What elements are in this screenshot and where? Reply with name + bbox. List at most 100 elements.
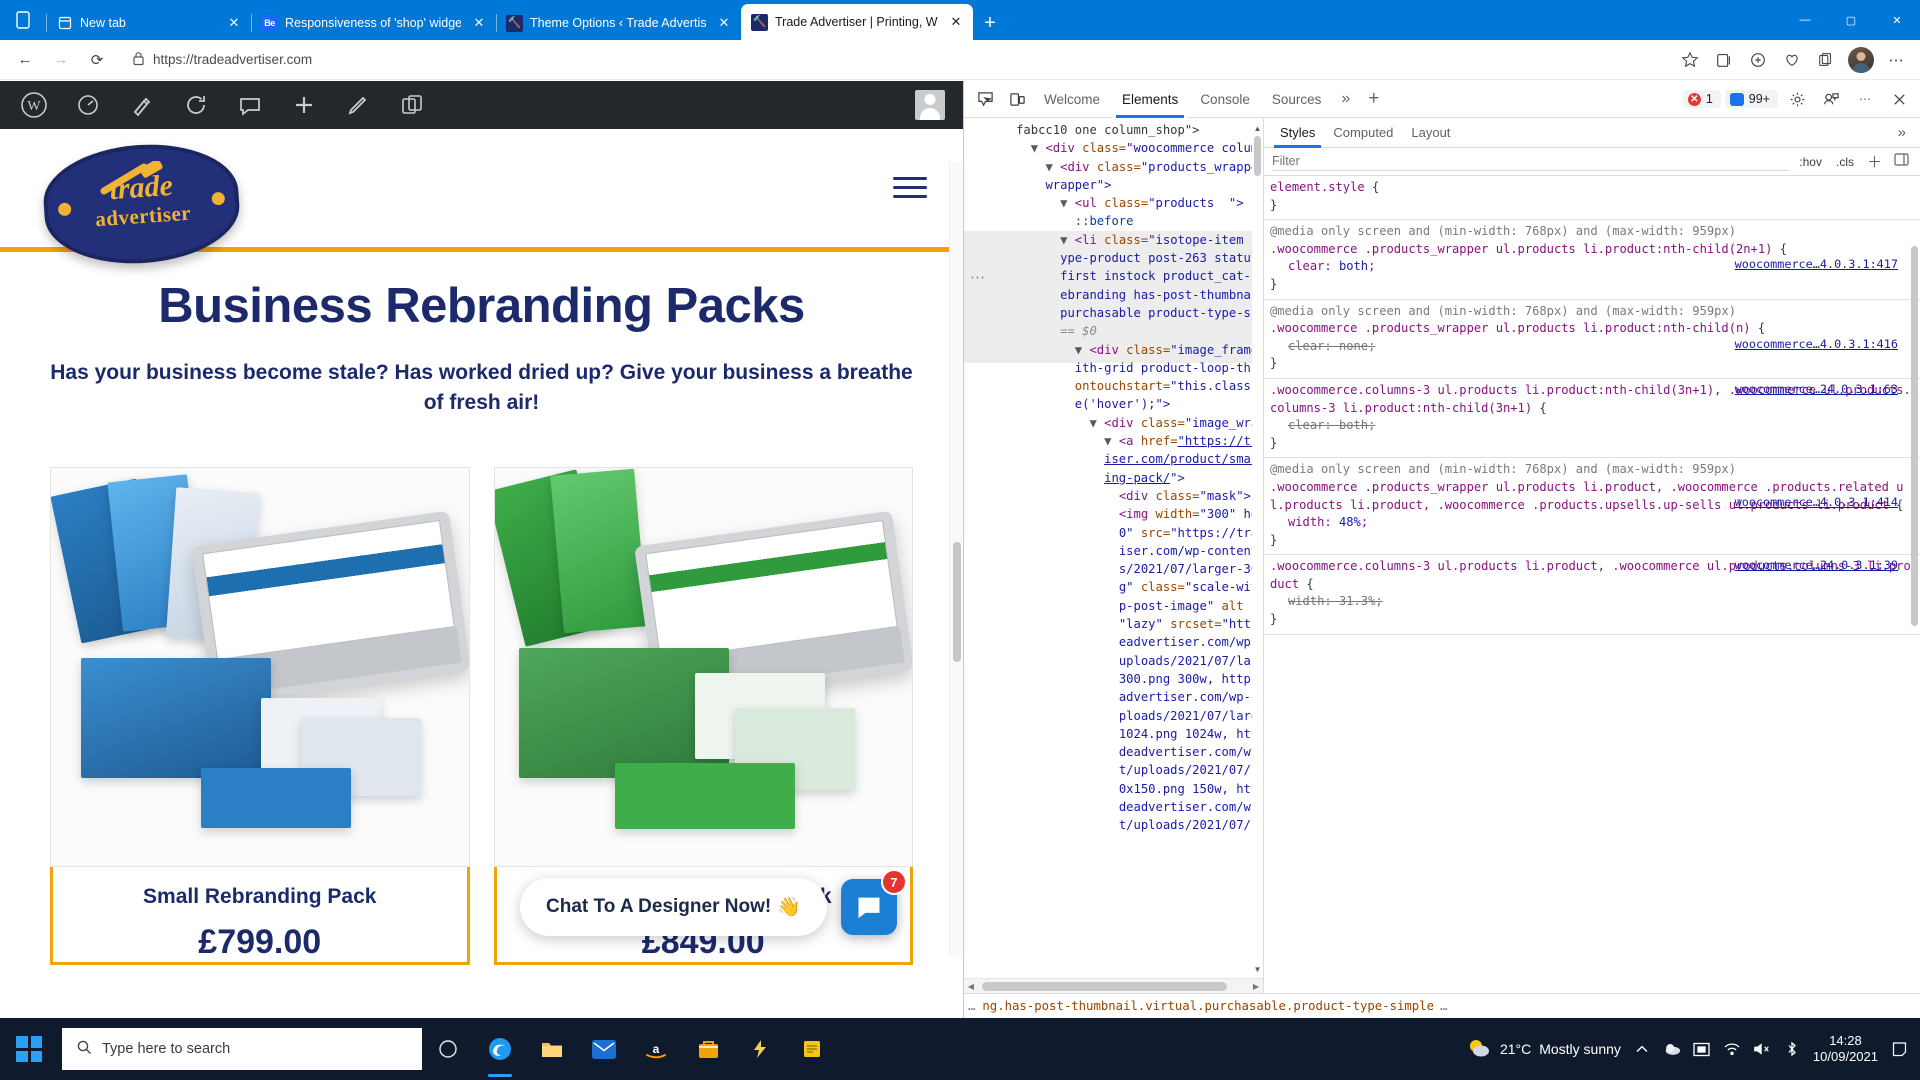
dom-tree-line[interactable]: purchasable product-type-si	[964, 303, 1263, 323]
menu-hamburger-icon[interactable]	[893, 177, 927, 199]
dom-tree-hscroll-thumb[interactable]	[982, 981, 1227, 991]
inspect-element-icon[interactable]	[970, 85, 1000, 113]
collections-icon[interactable]	[1708, 45, 1740, 75]
dom-tree-line[interactable]: s/2021/07/larger-30	[964, 560, 1263, 578]
dom-tree-line[interactable]: t/uploads/2021/07/1	[964, 816, 1263, 834]
chat-launcher-button[interactable]: 7	[840, 869, 907, 935]
dom-tree-line[interactable]: advertiser.com/wp-c	[964, 688, 1263, 706]
taskbar-clock[interactable]: 14:28 10/09/2021	[1813, 1033, 1878, 1066]
new-icon[interactable]	[278, 81, 330, 129]
dom-tree-line[interactable]: g" class="scale-wit	[964, 578, 1263, 596]
amazon-icon[interactable]: a	[630, 1018, 682, 1080]
product-card[interactable]: Small Rebranding Pack £799.00	[50, 466, 470, 965]
dom-tree-line[interactable]: ::before	[964, 212, 1263, 230]
styles-tab-computed[interactable]: Computed	[1325, 118, 1401, 148]
browser-tab-2[interactable]: 🔨 Theme Options ‹ Trade Advertise ✕	[496, 6, 741, 40]
reload-button[interactable]: ⟳	[80, 45, 114, 75]
styles-filter-input[interactable]	[1272, 152, 1790, 171]
css-rule-origin-link[interactable]: woocommerce…24.0.3.1:63	[1735, 381, 1898, 399]
display-icon[interactable]	[1693, 1042, 1711, 1057]
dom-tree-line[interactable]: "lazy" srcset="http	[964, 615, 1263, 633]
favorites-icon[interactable]	[1776, 45, 1808, 75]
dom-tree-line[interactable]: fabcc10 one column_shop">	[964, 121, 1263, 139]
css-rule-origin-link[interactable]: woocommerce…24.0.3.1:39	[1735, 557, 1898, 575]
device-toolbar-icon[interactable]	[1002, 85, 1032, 113]
tab-close-button[interactable]: ✕	[223, 12, 245, 34]
styles-vertical-scrollbar[interactable]	[1909, 176, 1920, 993]
dom-tree-line[interactable]: 1024.png 1024w, htt	[964, 725, 1263, 743]
dom-tree-line[interactable]: ▼ <div class="image_frame	[964, 341, 1263, 359]
page-scrollbar-thumb[interactable]	[953, 542, 961, 662]
sidebar-toggle-icon[interactable]	[1891, 153, 1912, 170]
scroll-up-arrow[interactable]	[1253, 120, 1262, 134]
browser-tab-1[interactable]: Be Responsiveness of 'shop' widget ✕	[251, 6, 496, 40]
dom-tree-line[interactable]: ploads/2021/07/larg	[964, 707, 1263, 725]
new-tab-button[interactable]: +	[973, 6, 1007, 40]
volume-mute-icon[interactable]	[1753, 1042, 1771, 1056]
dom-tree-line[interactable]: <div class="mask">	[964, 487, 1263, 505]
dom-tree-line[interactable]: deadvertiser.com/wp	[964, 798, 1263, 816]
tab-close-button[interactable]: ✕	[713, 12, 735, 34]
dom-tree-line[interactable]: uploads/2021/07/lar	[964, 652, 1263, 670]
tab-search-icon[interactable]	[0, 0, 46, 40]
dom-tree-line[interactable]: e('hover');">	[964, 395, 1263, 413]
css-rule[interactable]: @media only screen and (min-width: 768px…	[1264, 220, 1920, 300]
css-rule-origin-link[interactable]: woocommerce…4.0.3.1:416	[1735, 336, 1898, 354]
dashboard-icon[interactable]	[62, 81, 114, 129]
notification-icon[interactable]	[1890, 1041, 1908, 1057]
dom-tree-horizontal-scrollbar[interactable]: ◀ ▶	[964, 978, 1263, 993]
notes-icon[interactable]	[786, 1018, 838, 1080]
css-rule-origin-link[interactable]: woocommerce…4.0.3.1:414	[1735, 494, 1898, 512]
forward-button[interactable]: →	[44, 45, 78, 75]
css-declaration[interactable]: width: 31.3%;	[1270, 593, 1912, 611]
devtools-add-tab-button[interactable]: +	[1360, 88, 1387, 110]
gear-icon[interactable]	[1782, 85, 1812, 113]
scroll-right-arrow[interactable]: ▶	[1249, 982, 1263, 991]
profile-avatar[interactable]	[1848, 46, 1874, 73]
scroll-left-arrow[interactable]: ◀	[964, 982, 978, 991]
styles-tab-layout[interactable]: Layout	[1403, 118, 1458, 148]
page-scrollbar[interactable]	[949, 162, 963, 956]
start-button[interactable]	[0, 1018, 58, 1080]
styles-tab-styles[interactable]: Styles	[1272, 118, 1323, 148]
dom-breadcrumb[interactable]: … ng.has-post-thumbnail.virtual.purchasa…	[964, 993, 1920, 1018]
chat-prompt-bubble[interactable]: Chat To A Designer Now! 👋	[520, 878, 827, 936]
css-selector[interactable]: element.style {	[1270, 179, 1912, 197]
css-rule-origin-link[interactable]: woocommerce…4.0.3.1:417	[1735, 256, 1898, 274]
dom-tree-line[interactable]: iser.com/product/small	[964, 450, 1263, 468]
browser-tab-3-active[interactable]: 🔨 Trade Advertiser | Printing, Work ✕	[741, 4, 973, 40]
site-logo[interactable]: trade advertiser	[36, 123, 248, 270]
edge-icon[interactable]	[474, 1018, 526, 1080]
hover-state-toggle[interactable]: :hov	[1795, 154, 1826, 170]
duplicate-icon[interactable]	[386, 81, 438, 129]
css-rule[interactable]: .woocommerce.columns-3 ul.products li.pr…	[1264, 379, 1920, 459]
dom-tree-line[interactable]: ing-pack/">	[964, 469, 1263, 487]
chat-widget[interactable]: Chat To A Designer Now! 👋 7	[520, 869, 907, 936]
class-toggle[interactable]: .cls	[1832, 154, 1858, 170]
breadcrumb-overflow-right[interactable]: …	[1440, 999, 1448, 1013]
dom-tree-line[interactable]: ▼ <div class="woocommerce columns	[964, 139, 1263, 157]
elements-dom-tree-pane[interactable]: fabcc10 one column_shop"> ▼ <div class="…	[964, 118, 1264, 993]
task-view-icon[interactable]	[422, 1018, 474, 1080]
dom-tree-line[interactable]: eadvertiser.com/wp-	[964, 633, 1263, 651]
breadcrumb-path[interactable]: ng.has-post-thumbnail.virtual.purchasabl…	[982, 999, 1434, 1013]
back-button[interactable]: ←	[8, 45, 42, 75]
devtools-more-tabs-button[interactable]: »	[1333, 90, 1358, 108]
feedback-icon[interactable]	[1816, 85, 1846, 113]
css-declaration[interactable]: width: 48%;	[1270, 514, 1912, 532]
dom-tree-scroll-thumb[interactable]	[1254, 136, 1261, 176]
error-count-badge[interactable]: ✕ 1	[1682, 90, 1721, 108]
mail-icon[interactable]	[578, 1018, 630, 1080]
chevron-up-icon[interactable]	[1633, 1045, 1651, 1053]
css-rule[interactable]: @media only screen and (min-width: 768px…	[1264, 300, 1920, 379]
product-thumbnail[interactable]	[493, 466, 913, 867]
dom-tree-line[interactable]: ype-product post-263 status	[964, 249, 1263, 268]
devtools-close-icon[interactable]	[1884, 85, 1914, 113]
dom-tree-line[interactable]: <img width="300" he	[964, 505, 1263, 523]
collections-panel-icon[interactable]	[1810, 45, 1842, 75]
dom-tree-line[interactable]: ▼ <li class="isotope-item p	[964, 230, 1263, 250]
css-rule[interactable]: element.style {}	[1264, 176, 1920, 221]
devtools-tab-console[interactable]: Console	[1190, 81, 1260, 118]
dom-tree-vertical-scrollbar[interactable]	[1252, 118, 1263, 977]
tab-close-button[interactable]: ✕	[468, 12, 490, 34]
